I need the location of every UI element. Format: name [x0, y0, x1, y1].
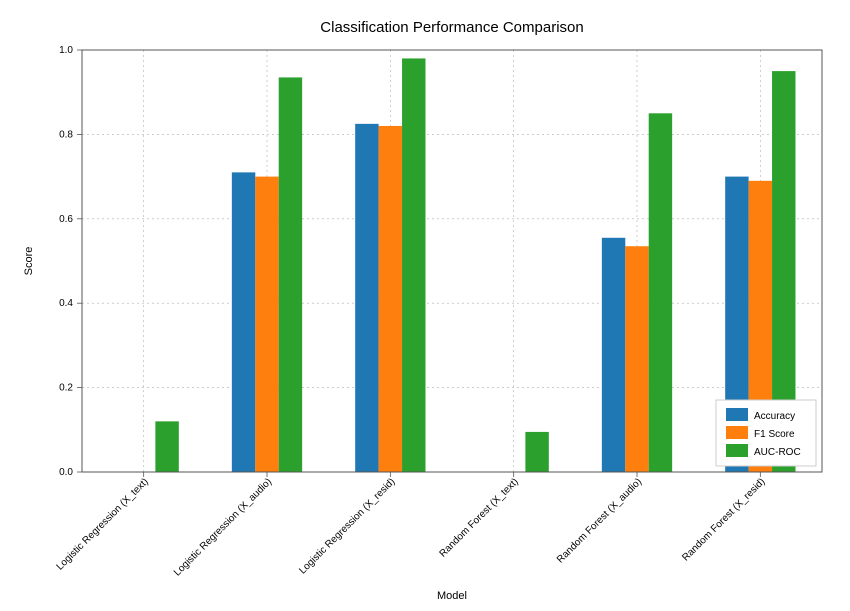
legend-swatch [726, 426, 748, 439]
bar [402, 58, 425, 472]
bar [379, 126, 402, 472]
bar [355, 124, 378, 472]
bar [232, 172, 255, 472]
legend-label: AUC-ROC [754, 447, 801, 458]
y-tick-label: 0.0 [59, 467, 73, 478]
y-tick-label: 0.8 [59, 129, 73, 140]
bar [602, 238, 625, 472]
x-tick-label: Logistic Regression (X_text) [55, 476, 151, 572]
y-axis-label: Score [23, 247, 35, 276]
bar [525, 432, 548, 472]
legend: Accuracy F1 Score AUC-ROC [716, 400, 816, 466]
y-tick-label: 1.0 [59, 45, 73, 56]
bar [625, 246, 648, 472]
x-tick-label: Random Forest (X_resid) [680, 476, 767, 563]
x-tick-label: Random Forest (X_audio) [555, 476, 644, 565]
y-tick-label: 0.6 [59, 214, 73, 225]
legend-swatch [726, 408, 748, 421]
bar [255, 177, 278, 472]
y-tick-label: 0.2 [59, 383, 73, 394]
bar [649, 113, 672, 472]
chart-title: Classification Performance Comparison [320, 19, 583, 36]
x-tick-label: Random Forest (X_text) [438, 476, 521, 559]
legend-label: Accuracy [754, 411, 795, 422]
legend-swatch [726, 444, 748, 457]
x-tick-label: Logistic Regression (X_audio) [172, 476, 274, 578]
chart-container: 0.0 0.2 0.4 0.6 0.8 1.0 Logistic Regression (X… [0, 0, 850, 611]
bar [279, 77, 302, 472]
legend-label: F1 Score [754, 429, 795, 440]
chart-svg: 0.0 0.2 0.4 0.6 0.8 1.0 Logistic Regression (X… [0, 0, 850, 611]
y-tick-label: 0.4 [59, 298, 73, 309]
x-axis-label: Model [437, 590, 467, 602]
x-tick-label: Logistic Regression (X_resid) [297, 476, 397, 576]
bar [155, 421, 178, 472]
